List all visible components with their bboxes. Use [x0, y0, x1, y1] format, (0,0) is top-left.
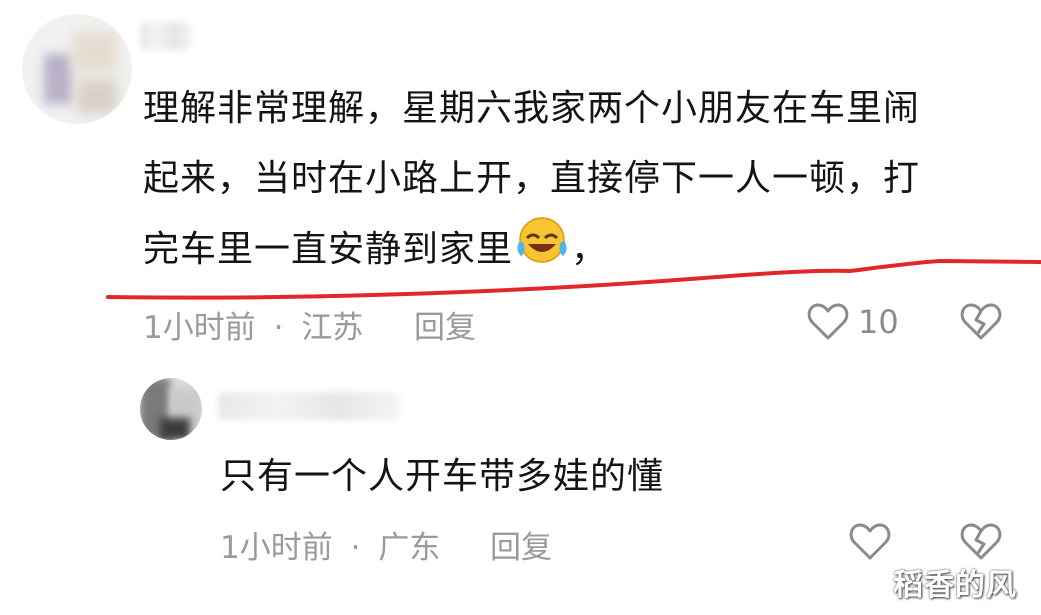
username-blurred[interactable]: [218, 392, 400, 420]
comment-location: 广东: [378, 530, 441, 566]
comment-time: 1小时前: [143, 310, 256, 346]
comment-time: 1小时前: [220, 530, 333, 566]
reply-button[interactable]: 回复: [490, 522, 552, 567]
reply-button[interactable]: 回复: [414, 302, 476, 347]
comment-text: 只有一个人开车带多娃的懂: [220, 456, 665, 497]
comment-meta: 1小时前 · 广东: [220, 522, 440, 567]
comment-meta: 1小时前 · 江苏: [143, 302, 363, 347]
meta-separator: ·: [273, 310, 284, 346]
meta-separator: ·: [350, 530, 361, 566]
heart-outline-icon[interactable]: [848, 520, 892, 568]
broken-heart-icon[interactable]: [959, 300, 1003, 348]
like-count: 10: [858, 303, 899, 341]
avatar[interactable]: [140, 378, 202, 440]
watermark: 稻香的风: [893, 568, 1017, 603]
comment-location: 江苏: [301, 310, 364, 346]
heart-outline-icon[interactable]: [806, 300, 850, 348]
